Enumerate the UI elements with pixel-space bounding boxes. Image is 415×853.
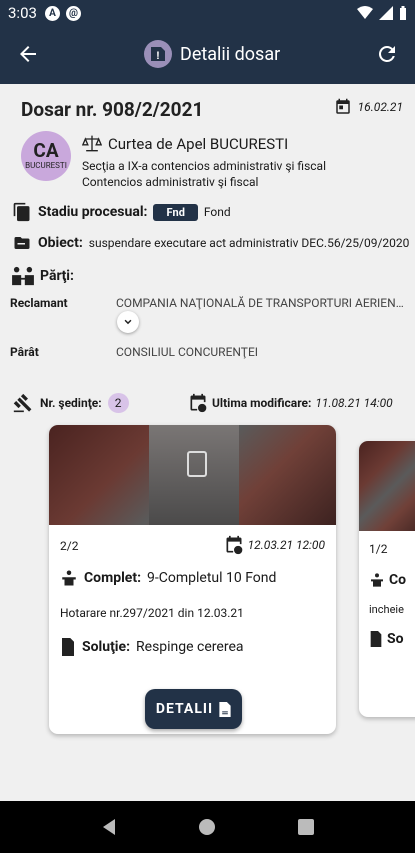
status-time: 3:03	[8, 4, 37, 22]
app-bar: ! Detalii dosar	[0, 26, 415, 84]
hearing-index: 2/2	[60, 539, 79, 553]
nav-back-icon[interactable]	[100, 818, 118, 836]
people-icon	[12, 266, 34, 286]
nav-home-icon[interactable]	[198, 818, 216, 836]
pdf-document-icon	[219, 701, 231, 717]
last-modified-label: Ultima modificare:	[212, 396, 312, 410]
calendar-icon	[335, 98, 350, 114]
subject-matter: Contencios administrativ şi fiscal	[82, 175, 259, 189]
complet-label: Complet:	[84, 570, 142, 586]
party-row: Reclamant COMPANIA NAŢIONALĂ DE TRANSPOR…	[10, 296, 406, 310]
case-number: Dosar nr. 908/2/2021	[21, 98, 204, 121]
stage-badge: Fnd	[153, 203, 198, 221]
object-row: Obiect: suspendare executare act adminis…	[12, 234, 409, 252]
shield-document-icon	[370, 631, 382, 647]
hearings-count-row: Nr. şedinţe: 2	[12, 393, 129, 413]
hearing-datetime: 12.03.21 12:00	[224, 535, 325, 555]
solution-row: Soluţie: Respinge cererea	[60, 638, 244, 656]
complet-row: Complet: 9-Completul 10 Fond	[60, 569, 276, 587]
solution-label: Soluţie:	[82, 639, 131, 655]
solution-label: So	[387, 631, 404, 647]
hearing-card[interactable]: 1/2 Co incheie So	[359, 441, 415, 717]
complet-label: Co	[389, 572, 407, 588]
court-info: Curtea de Apel BUCURESTI Secţia a IX-a c…	[82, 134, 326, 190]
judge-icon	[62, 570, 76, 586]
court-name: Curtea de Apel BUCURESTI	[108, 135, 289, 153]
case-details: Dosar nr. 908/2/2021 16.02.21 CA BUCURES…	[0, 84, 415, 801]
hearings-label: Nr. şedinţe:	[40, 396, 102, 410]
hearing-document: Hotarare nr.297/2021 din 12.03.21	[60, 606, 244, 620]
shield-document-icon	[62, 638, 74, 656]
expand-parties-button[interactable]	[117, 311, 139, 333]
complet-value: 9-Completul 10 Fond	[147, 570, 277, 586]
scales-icon	[82, 135, 102, 152]
parties-row: Părţi:	[12, 266, 74, 286]
case-date-value: 16.02.21	[357, 100, 403, 114]
solution-row: So	[369, 631, 404, 647]
object-value: suspendare executare act administrativ D…	[88, 236, 410, 250]
object-label: Obiect:	[38, 235, 83, 251]
last-modified-row: Ultima modificare: 11.08.21 14:00	[188, 393, 393, 413]
stage-value: Fond	[203, 205, 231, 219]
folder-icon	[14, 237, 30, 249]
hearing-document: incheie	[369, 603, 404, 616]
parties-label: Părţi:	[40, 268, 74, 284]
document-icon	[13, 202, 30, 222]
court-avatar: CA BUCURESTI	[21, 131, 71, 181]
hearing-image	[49, 425, 336, 525]
stage-row: Stadiu procesual: Fnd Fond	[12, 201, 231, 223]
details-button[interactable]: DETALII	[145, 689, 242, 729]
solution-value: Respinge cererea	[136, 639, 244, 655]
judge-icon	[371, 573, 383, 587]
page-title: Detalii dosar	[180, 43, 281, 65]
stage-label: Stadiu procesual:	[38, 204, 148, 220]
complet-row: Co	[369, 572, 406, 588]
party-row: Pârât CONSILIUL CONCURENŢEI	[10, 345, 406, 359]
svg-text:!: !	[156, 50, 160, 62]
avatar-initials: CA	[33, 139, 59, 162]
hearings-count-badge: 2	[107, 393, 129, 413]
notification-a-icon: A	[44, 5, 60, 21]
app-logo-icon: !	[144, 40, 172, 68]
status-bar: 3:03 A @	[0, 0, 415, 26]
app-title-group: ! Detalii dosar	[142, 38, 280, 70]
notification-at-icon: @	[65, 5, 81, 21]
avatar-city: BUCURESTI	[25, 161, 67, 170]
calendar-clock-icon	[226, 535, 242, 555]
system-nav-bar	[0, 801, 415, 853]
gavel-icon	[13, 393, 32, 413]
refresh-icon[interactable]	[375, 42, 399, 66]
hearing-image	[359, 441, 415, 531]
calendar-clock-icon	[190, 393, 207, 413]
party-name: COMPANIA NAŢIONALĂ DE TRANSPORTURI AERIE…	[116, 296, 406, 310]
back-arrow-icon[interactable]	[16, 42, 40, 66]
hearing-index: 1/2	[369, 542, 388, 556]
court-section: Secţia a IX-a contencios administrativ ş…	[82, 159, 326, 173]
party-role: Pârât	[10, 345, 39, 359]
party-name: CONSILIUL CONCURENŢEI	[116, 345, 259, 359]
battery-icon	[400, 6, 406, 20]
wifi-icon	[357, 6, 373, 19]
last-modified-value: 11.08.21 14:00	[315, 396, 393, 410]
hearing-card[interactable]: 2/2 12.03.21 12:00 Complet: 9-Completul …	[49, 425, 336, 734]
case-date: 16.02.21	[334, 98, 403, 116]
nav-recents-icon[interactable]	[297, 818, 315, 836]
details-button-label: DETALII	[155, 701, 214, 717]
signal-icon	[379, 6, 393, 20]
chevron-down-icon	[124, 319, 132, 325]
party-role: Reclamant	[10, 296, 68, 310]
hearing-datetime-value: 12.03.21 12:00	[247, 538, 325, 552]
